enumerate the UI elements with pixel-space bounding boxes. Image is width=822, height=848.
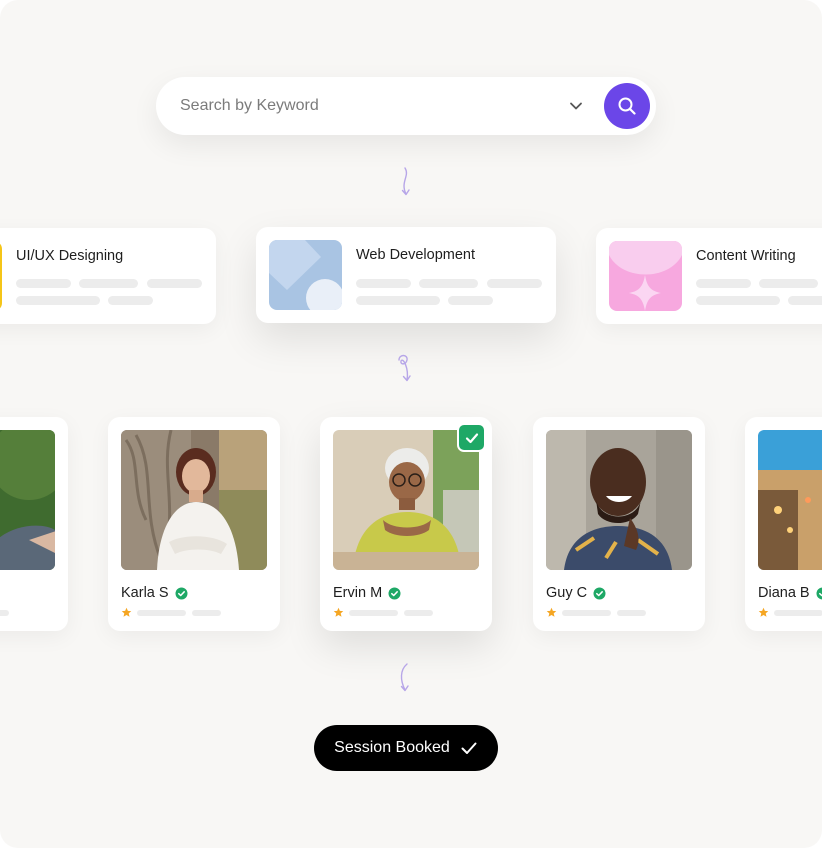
mentor-name: Guy C <box>546 585 606 601</box>
connector-arrow-icon <box>401 167 410 196</box>
mentor-card-ervin-m[interactable]: Ervin M <box>320 417 492 631</box>
placeholder-line <box>79 279 138 288</box>
placeholder-line <box>759 279 818 288</box>
category-title: UI/UX Designing <box>16 248 124 264</box>
checkmark-icon <box>461 742 477 754</box>
star-icon <box>758 607 769 617</box>
category-thumbnail <box>269 240 342 310</box>
placeholder-line <box>696 296 780 305</box>
session-booked-button[interactable]: Session Booked <box>314 725 498 771</box>
mentor-photo <box>758 430 822 570</box>
connector-arrow-icon <box>398 354 411 382</box>
placeholder-line <box>0 610 9 616</box>
mentor-photo <box>546 430 692 570</box>
placeholder-line <box>16 296 100 305</box>
mentor-photo <box>0 430 55 570</box>
category-title: Web Development <box>356 247 476 263</box>
verified-badge-icon <box>593 587 606 599</box>
placeholder-line <box>487 279 542 288</box>
connector-arrow-icon <box>400 663 409 692</box>
search-bar <box>156 77 656 135</box>
checkmark-icon <box>465 432 478 443</box>
session-booked-label: Session Booked <box>334 739 450 756</box>
verified-badge-icon <box>388 587 401 599</box>
placeholder-line <box>356 279 411 288</box>
placeholder-line <box>147 279 202 288</box>
category-card-web-development[interactable]: Web Development <box>256 227 556 323</box>
mentor-card[interactable] <box>0 417 68 631</box>
mentor-photo <box>121 430 267 570</box>
category-card-uiux[interactable]: UI/UX Designing <box>0 228 216 324</box>
star-icon <box>121 607 132 617</box>
category-card-content-writing[interactable]: Content Writing <box>596 228 822 324</box>
verified-badge-icon <box>816 587 822 599</box>
category-thumbnail <box>0 241 2 311</box>
placeholder-line <box>419 279 478 288</box>
placeholder-line <box>696 279 751 288</box>
mentor-name: Karla S <box>121 585 188 601</box>
placeholder-line <box>349 610 398 616</box>
category-thumbnail <box>609 241 682 311</box>
placeholder-line <box>788 296 822 305</box>
mentor-card-guy-c[interactable]: Guy C <box>533 417 705 631</box>
placeholder-line <box>108 296 153 305</box>
booking-flow-canvas: UI/UX Designing Web Development <box>0 0 822 848</box>
placeholder-line <box>404 610 433 616</box>
category-title: Content Writing <box>696 248 796 264</box>
mentor-photo <box>333 430 479 570</box>
verified-badge-icon <box>175 587 188 599</box>
star-icon <box>546 607 557 617</box>
placeholder-line <box>16 279 71 288</box>
placeholder-line <box>562 610 611 616</box>
placeholder-line <box>356 296 440 305</box>
chevron-down-icon[interactable] <box>568 99 584 113</box>
mentor-card-diana-b[interactable]: Diana B <box>745 417 822 631</box>
star-icon <box>333 607 344 617</box>
mentor-name: Ervin M <box>333 585 401 601</box>
placeholder-line <box>774 610 822 616</box>
selected-check-badge[interactable] <box>457 423 486 452</box>
search-button[interactable] <box>604 83 650 129</box>
search-input[interactable] <box>180 77 560 135</box>
placeholder-line <box>137 610 186 616</box>
placeholder-line <box>617 610 646 616</box>
placeholder-line <box>448 296 493 305</box>
search-icon <box>618 97 636 115</box>
mentor-name: Diana B <box>758 585 822 601</box>
mentor-card-karla-s[interactable]: Karla S <box>108 417 280 631</box>
placeholder-line <box>192 610 221 616</box>
